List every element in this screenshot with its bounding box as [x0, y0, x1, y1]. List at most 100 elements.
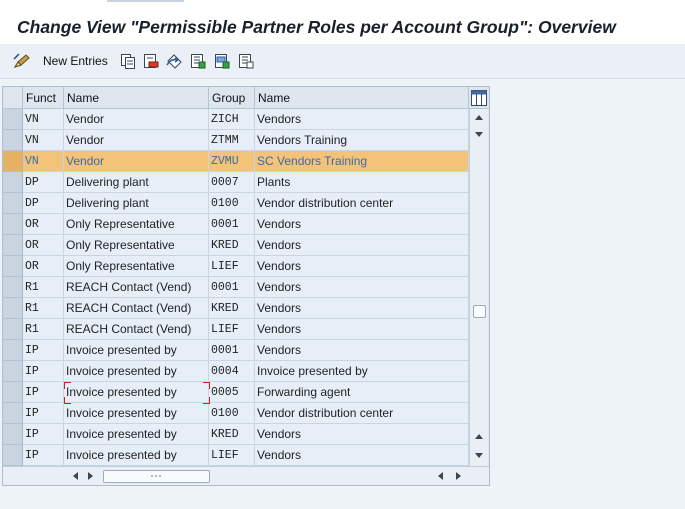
cell-name[interactable]: Invoice presented by	[64, 361, 209, 382]
row-selector[interactable]	[3, 382, 23, 403]
table-row[interactable]: OR Only Representative KRED Vendors	[3, 235, 469, 256]
deselect-all-icon[interactable]	[237, 52, 255, 70]
cell-funct[interactable]: VN	[23, 151, 64, 172]
cell-name[interactable]: Invoice presented by	[64, 424, 209, 445]
table-row[interactable]: R1 REACH Contact (Vend) KRED Vendors	[3, 298, 469, 319]
cell-name[interactable]: REACH Contact (Vend)	[64, 277, 209, 298]
column-header-funct[interactable]: Funct	[23, 87, 64, 109]
cell-name[interactable]: Only Representative	[64, 235, 209, 256]
cell-name[interactable]: Only Representative	[64, 214, 209, 235]
cell-name[interactable]: Vendor	[64, 151, 209, 172]
cell-name[interactable]: Delivering plant	[64, 193, 209, 214]
row-selector[interactable]	[3, 256, 23, 277]
table-row[interactable]: VN Vendor ZTMM Vendors Training	[3, 130, 469, 151]
column-header-name[interactable]: Name	[64, 87, 209, 109]
vertical-scrollbar[interactable]	[469, 109, 488, 466]
cell-name[interactable]: REACH Contact (Vend)	[64, 298, 209, 319]
row-selector[interactable]	[3, 424, 23, 445]
copy-icon[interactable]	[119, 52, 137, 70]
horizontal-scroll-thumb[interactable]	[103, 470, 210, 483]
cell-group-name[interactable]: Vendors	[255, 235, 469, 256]
cell-group-name[interactable]: Vendors	[255, 214, 469, 235]
cell-group[interactable]: KRED	[209, 298, 255, 319]
cell-group-name[interactable]: Vendors	[255, 424, 469, 445]
cell-funct[interactable]: VN	[23, 109, 64, 130]
cell-funct[interactable]: IP	[23, 382, 64, 403]
cell-group[interactable]: 0004	[209, 361, 255, 382]
cell-group[interactable]: 0001	[209, 214, 255, 235]
table-row[interactable]: OR Only Representative LIEF Vendors	[3, 256, 469, 277]
table-row[interactable]: DP Delivering plant 0007 Plants	[3, 172, 469, 193]
table-row[interactable]: IP Invoice presented by KRED Vendors	[3, 424, 469, 445]
cell-funct[interactable]: IP	[23, 445, 64, 466]
row-selector[interactable]	[3, 298, 23, 319]
row-selector[interactable]	[3, 235, 23, 256]
cell-funct[interactable]: VN	[23, 130, 64, 151]
cell-funct[interactable]: DP	[23, 193, 64, 214]
cell-group-name[interactable]: Vendors Training	[255, 130, 469, 151]
cell-funct[interactable]: DP	[23, 172, 64, 193]
cell-group-name[interactable]: Invoice presented by	[255, 361, 469, 382]
cell-name[interactable]: Only Representative	[64, 256, 209, 277]
scroll-left-icon[interactable]	[73, 472, 78, 480]
cell-group-name[interactable]: Vendors	[255, 256, 469, 277]
row-selector[interactable]	[3, 319, 23, 340]
cell-group-name[interactable]: Vendors	[255, 109, 469, 130]
cell-group-name[interactable]: Vendors	[255, 340, 469, 361]
table-row[interactable]: IP Invoice presented by LIEF Vendors	[3, 445, 469, 466]
row-selector[interactable]	[3, 403, 23, 424]
scroll-up-top-icon[interactable]	[475, 115, 483, 120]
cell-group-name[interactable]: Vendors	[255, 319, 469, 340]
table-row[interactable]: OR Only Representative 0001 Vendors	[3, 214, 469, 235]
select-all-icon[interactable]	[189, 52, 207, 70]
cell-group[interactable]: ZVMU	[209, 151, 255, 172]
undo-icon[interactable]	[165, 52, 183, 70]
cell-funct[interactable]: OR	[23, 235, 64, 256]
row-selector[interactable]	[3, 130, 23, 151]
cell-group[interactable]: LIEF	[209, 445, 255, 466]
cell-funct[interactable]: OR	[23, 214, 64, 235]
row-selector[interactable]	[3, 445, 23, 466]
scroll-down-bottom-icon[interactable]	[475, 453, 483, 458]
scroll-down-top-icon[interactable]	[475, 132, 483, 137]
cell-group[interactable]: KRED	[209, 424, 255, 445]
change-display-icon[interactable]	[12, 52, 32, 70]
cell-funct[interactable]: IP	[23, 403, 64, 424]
cell-name[interactable]: Vendor	[64, 130, 209, 151]
cell-group[interactable]: 0005	[209, 382, 255, 403]
cell-group-name[interactable]: Forwarding agent	[255, 382, 469, 403]
table-row[interactable]: VN Vendor ZVMU SC Vendors Training	[3, 151, 469, 172]
cell-group-name[interactable]: Vendors	[255, 298, 469, 319]
row-selector[interactable]	[3, 151, 23, 172]
row-selector[interactable]	[3, 277, 23, 298]
cell-name[interactable]: Vendor	[64, 109, 209, 130]
table-row[interactable]: IP Invoice presented by 0004 Invoice presen…	[3, 361, 469, 382]
cell-name[interactable]: Invoice presented by	[64, 340, 209, 361]
table-row[interactable]: IP Invoice presented by 0005 Forwarding age…	[3, 382, 469, 403]
table-row[interactable]: IP Invoice presented by 0001 Vendors	[3, 340, 469, 361]
delete-icon[interactable]	[142, 52, 160, 70]
cell-group[interactable]: KRED	[209, 235, 255, 256]
table-settings-icon[interactable]	[469, 87, 489, 109]
cell-funct[interactable]: IP	[23, 424, 64, 445]
cell-funct[interactable]: IP	[23, 361, 64, 382]
select-block-icon[interactable]	[213, 52, 231, 70]
cell-name[interactable]: Invoice presented by	[64, 445, 209, 466]
cell-name[interactable]: Delivering plant	[64, 172, 209, 193]
cell-group-name[interactable]: Vendor distribution center	[255, 403, 469, 424]
table-row[interactable]: IP Invoice presented by 0100 Vendor distrib…	[3, 403, 469, 424]
cell-group[interactable]: 0001	[209, 277, 255, 298]
row-selector[interactable]	[3, 340, 23, 361]
table-row[interactable]: R1 REACH Contact (Vend) LIEF Vendors	[3, 319, 469, 340]
row-selector[interactable]	[3, 193, 23, 214]
cell-funct[interactable]: R1	[23, 277, 64, 298]
column-header-group[interactable]: Group	[209, 87, 255, 109]
cell-group[interactable]: 0100	[209, 403, 255, 424]
cell-group[interactable]: 0007	[209, 172, 255, 193]
scroll-right-icon[interactable]	[88, 472, 93, 480]
column-header-group-name[interactable]: Name	[255, 87, 469, 109]
cell-name[interactable]: REACH Contact (Vend)	[64, 319, 209, 340]
cell-funct[interactable]: IP	[23, 340, 64, 361]
cell-group[interactable]: 0100	[209, 193, 255, 214]
cell-group-name[interactable]: Vendor distribution center	[255, 193, 469, 214]
